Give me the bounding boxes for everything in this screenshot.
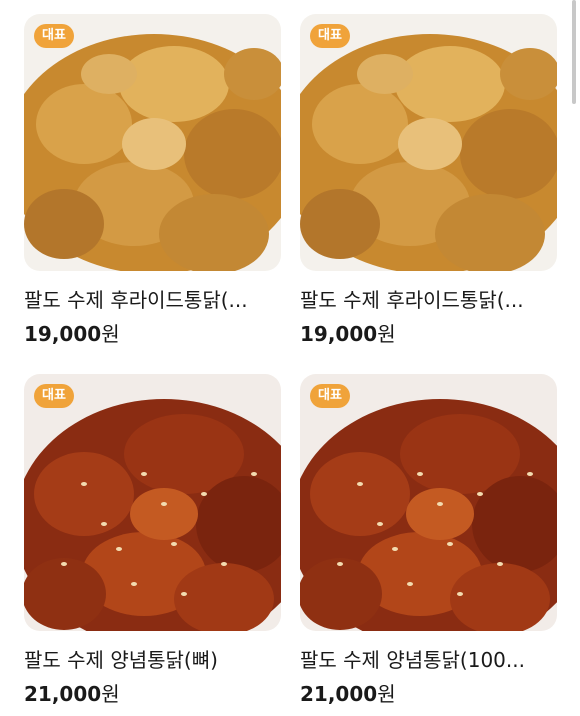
product-name: 팔도 수제 양념통닭(뼈) — [24, 648, 218, 672]
product-name: 팔도 수제 후라이드통닭(... — [24, 288, 248, 312]
product-list-page: 대표 팔도 수제 후라이드통닭(... 19,000원 대표 팔도 수제 후라이… — [0, 0, 580, 716]
product-price: 21,000원 — [24, 681, 281, 707]
product-image[interactable]: 대표 — [300, 374, 557, 631]
product-card[interactable]: 대표 팔도 수제 양념통닭(뼈) 21,000원 — [24, 374, 281, 716]
product-card[interactable]: 대표 팔도 수제 양념통닭(100... 21,000원 — [300, 374, 557, 716]
seasoned-chicken-image — [300, 374, 557, 631]
product-price: 19,000원 — [24, 321, 281, 347]
price-unit: 원 — [101, 682, 120, 706]
product-card[interactable]: 대표 팔도 수제 후라이드통닭(... 19,000원 — [300, 14, 557, 374]
representative-badge: 대표 — [310, 24, 350, 48]
product-image[interactable]: 대표 — [300, 14, 557, 271]
product-card[interactable]: 대표 팔도 수제 후라이드통닭(... 19,000원 — [24, 14, 281, 374]
product-image[interactable]: 대표 — [24, 14, 281, 271]
product-name: 팔도 수제 후라이드통닭(... — [300, 288, 524, 312]
representative-badge: 대표 — [34, 384, 74, 408]
seasoned-chicken-image — [24, 374, 281, 631]
price-unit: 원 — [377, 322, 396, 346]
fried-chicken-image — [24, 14, 281, 271]
price-value: 21,000 — [24, 682, 102, 706]
price-unit: 원 — [101, 322, 120, 346]
price-value: 19,000 — [24, 322, 102, 346]
product-grid: 대표 팔도 수제 후라이드통닭(... 19,000원 대표 팔도 수제 후라이… — [24, 14, 557, 716]
price-unit: 원 — [377, 682, 396, 706]
fried-chicken-image — [300, 14, 557, 271]
price-value: 19,000 — [300, 322, 378, 346]
representative-badge: 대표 — [34, 24, 74, 48]
product-name: 팔도 수제 양념통닭(100... — [300, 648, 525, 672]
product-image[interactable]: 대표 — [24, 374, 281, 631]
price-value: 21,000 — [300, 682, 378, 706]
scrollbar[interactable] — [572, 0, 576, 104]
representative-badge: 대표 — [310, 384, 350, 408]
product-price: 19,000원 — [300, 321, 557, 347]
product-price: 21,000원 — [300, 681, 557, 707]
